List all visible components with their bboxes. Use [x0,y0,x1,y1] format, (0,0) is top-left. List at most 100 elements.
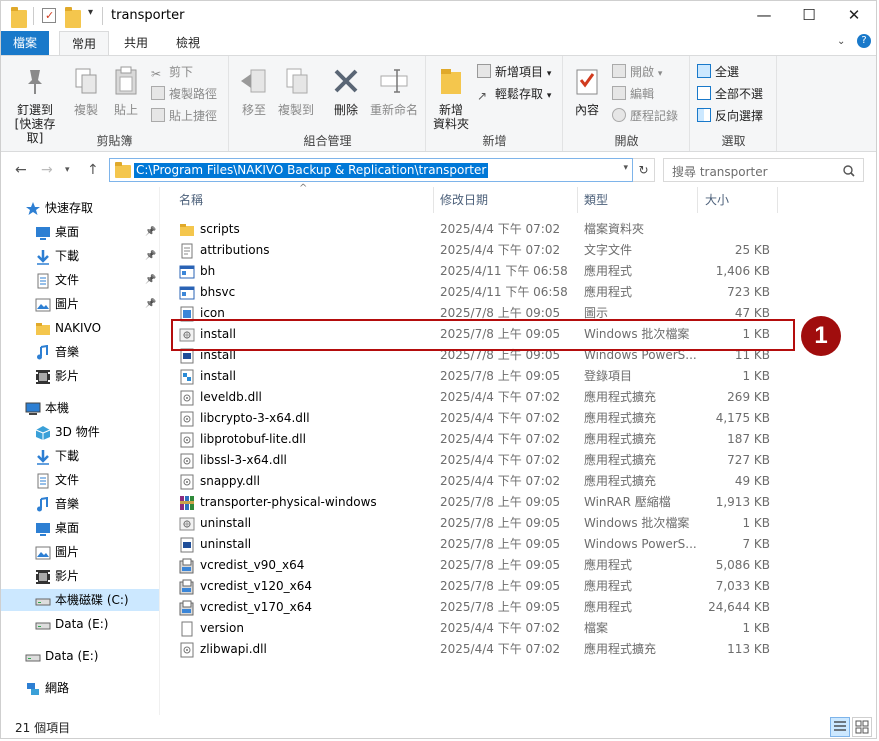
new-item-button[interactable]: 新增項目 ▾ [477,62,551,82]
tab-view[interactable]: 檢視 [165,31,211,55]
open-button[interactable]: 開啟 ▾ [612,62,662,82]
column-header-date[interactable]: 修改日期 [440,187,488,213]
close-button[interactable]: ✕ [831,1,876,31]
column-header-size[interactable]: 大小 [705,187,729,213]
invert-selection-button[interactable]: 反向選擇 [697,106,763,126]
tab-home[interactable]: 常用 [59,31,109,55]
file-row[interactable]: install 2025/7/8 上午 09:05 登錄項目 1 KB [171,366,771,387]
copy-path-button[interactable]: 複製路徑 [151,84,217,104]
column-header-type[interactable]: 類型 [584,187,608,213]
refresh-button[interactable]: ↻ [633,158,655,182]
delete-button[interactable]: 刪除 [328,66,364,117]
nav-item[interactable]: 圖片 📌 [1,293,159,315]
file-row[interactable]: version 2025/4/4 下午 07:02 檔案 1 KB [171,618,771,639]
file-row[interactable]: attributions 2025/4/4 下午 07:02 文字文件 25 KB [171,240,771,261]
nav-item[interactable]: 影片 [1,365,159,387]
minimize-button[interactable]: — [741,1,787,31]
nav-item[interactable]: NAKIVO [1,317,159,339]
file-name: attributions [200,243,270,257]
nav-item[interactable]: 影片 [1,565,159,587]
history-button[interactable]: 歷程記錄 [612,106,678,126]
file-date: 2025/7/8 上午 09:05 [440,558,561,572]
large-icons-view-button[interactable] [852,717,872,737]
file-row[interactable]: libcrypto-3-x64.dll 2025/4/4 下午 07:02 應用程式… [171,408,771,429]
nav-item[interactable]: 3D 物件 [1,421,159,443]
nav-item[interactable]: 網路 [1,677,159,699]
nav-item[interactable]: 本機磁碟 (C:) [1,589,159,611]
nav-item[interactable]: 下載 📌 [1,245,159,267]
nav-item[interactable]: 下載 [1,445,159,467]
paste-shortcut-label: 貼上捷徑 [169,109,218,123]
file-row[interactable]: zlibwapi.dll 2025/4/4 下午 07:02 應用程式擴充 113 K… [171,639,771,660]
column-divider[interactable] [697,187,698,213]
nav-item[interactable]: 音樂 [1,493,159,515]
file-row[interactable]: transporter-physical-windows 2025/7/8 上午 … [171,492,771,513]
file-size: 4,175 KB [715,411,770,425]
nav-item[interactable]: 本機 [1,397,159,419]
recent-locations-icon[interactable]: ▾ [65,165,70,175]
customize-quick-access-icon[interactable]: ▾ [88,7,93,25]
file-row[interactable]: vcredist_v120_x64 2025/7/8 上午 09:05 應用程式 7,… [171,576,771,597]
copy-to-button[interactable]: 複製到 [274,66,318,117]
file-row[interactable]: vcredist_v170_x64 2025/7/8 上午 09:05 應用程式 24… [171,597,771,618]
file-row[interactable]: bhsvc 2025/4/11 下午 06:58 應用程式 723 KB [171,282,771,303]
details-view-button[interactable] [830,717,850,737]
paste-shortcut-button[interactable]: 貼上捷徑 [151,106,217,126]
cut-button[interactable]: ✂ 剪下 [151,62,193,82]
refresh-icon: ↻ [638,163,649,177]
nav-item[interactable]: 文件 📌 [1,269,159,291]
file-row[interactable]: snappy.dll 2025/4/4 下午 07:02 應用程式擴充 49 KB [171,471,771,492]
nav-item[interactable]: Data (E:) [1,645,159,667]
file-row[interactable]: libprotobuf-lite.dll 2025/4/4 下午 07:02 應用程… [171,429,771,450]
nav-item[interactable]: 桌面 📌 [1,221,159,243]
address-dropdown-icon[interactable]: ▾ [623,163,628,173]
item-count: 21 個項目 [15,721,71,735]
new-folder-icon[interactable] [65,7,81,28]
new-folder-button[interactable]: 新增 資料夾 [431,66,471,131]
address-bar[interactable]: C:\Program Files\NAKIVO Backup & Replica… [109,158,633,182]
move-to-button[interactable]: 移至 [236,66,272,117]
column-divider[interactable] [777,187,778,213]
nav-item[interactable]: 文件 [1,469,159,491]
properties-button[interactable]: 內容 [570,66,604,117]
forward-arrow-icon[interactable]: → [41,162,53,178]
column-divider[interactable] [433,187,434,213]
file-row[interactable]: leveldb.dll 2025/4/4 下午 07:02 應用程式擴充 269 KB [171,387,771,408]
large-icons-view-icon [855,720,869,734]
nav-item[interactable]: Data (E:) [1,613,159,635]
tab-file[interactable]: 檔案 [1,31,49,55]
file-row[interactable]: uninstall 2025/7/8 上午 09:05 Windows PowerS… [171,534,771,555]
column-header-name[interactable]: 名稱 [179,187,203,213]
file-row[interactable]: libssl-3-x64.dll 2025/4/4 下午 07:02 應用程式擴充 7… [171,450,771,471]
maximize-button[interactable]: ☐ [786,1,832,31]
back-arrow-icon[interactable]: ← [15,162,27,178]
file-size: 7,033 KB [715,579,770,593]
copy-button[interactable]: 複製 [69,66,103,117]
column-divider[interactable] [577,187,578,213]
file-row[interactable]: uninstall 2025/7/8 上午 09:05 Windows 批次檔案 1 … [171,513,771,534]
file-row[interactable]: vcredist_v90_x64 2025/7/8 上午 09:05 應用程式 5,0… [171,555,771,576]
edit-label: 編輯 [630,87,655,101]
nav-item[interactable]: 圖片 [1,541,159,563]
nav-item-label: Data (E:) [55,617,109,631]
nav-item[interactable]: 音樂 [1,341,159,363]
nav-item[interactable]: 桌面 [1,517,159,539]
file-row[interactable]: scripts 2025/4/4 下午 07:02 檔案資料夾 [171,219,771,240]
file-row[interactable]: bh 2025/4/11 下午 06:58 應用程式 1,406 KB [171,261,771,282]
search-box[interactable]: 搜尋 transporter [663,158,864,182]
ribbon-expand-icon[interactable]: ⌄ [837,36,845,47]
rename-button[interactable]: 重新命名 [368,66,420,117]
edit-button[interactable]: 編輯 [612,84,654,104]
dll-file-icon [179,432,194,448]
nav-item[interactable]: 快速存取 [1,197,159,219]
tab-share[interactable]: 共用 [113,31,159,55]
up-arrow-icon[interactable]: ↑ [87,162,99,178]
paste-button[interactable]: 貼上 [109,66,143,117]
help-icon[interactable]: ? [857,34,871,48]
select-all-button[interactable]: 全選 [697,62,739,82]
select-none-button[interactable]: 全部不選 [697,84,763,104]
easy-access-button[interactable]: ↗ 輕鬆存取 ▾ [477,84,551,104]
properties-icon[interactable]: ✓ [42,8,56,23]
pane-splitter[interactable] [159,187,160,715]
address-path[interactable]: C:\Program Files\NAKIVO Backup & Replica… [134,163,489,178]
